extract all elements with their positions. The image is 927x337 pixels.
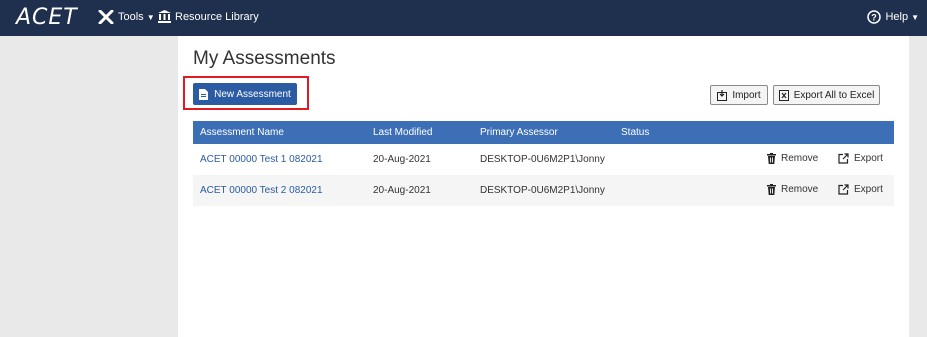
excel-icon (778, 89, 789, 101)
export-all-button[interactable]: Export All to Excel (773, 85, 880, 105)
export-all-label: Export All to Excel (793, 89, 875, 101)
tools-label: Tools (118, 11, 144, 23)
chevron-down-icon: ▼ (146, 12, 155, 22)
app-logo[interactable]: ACET (16, 7, 78, 29)
remove-button[interactable]: Remove (767, 184, 818, 195)
header-assessment-name[interactable]: Assessment Name (200, 127, 284, 138)
assessment-name-link[interactable]: ACET 00000 Test 1 082021 (200, 154, 323, 165)
primary-assessor-cell: DESKTOP-0U6M2P1\Jonny (480, 185, 605, 196)
tools-icon (98, 10, 114, 24)
help-icon: ? (867, 10, 882, 24)
remove-button[interactable]: Remove (767, 153, 818, 164)
header-last-modified[interactable]: Last Modified (373, 127, 432, 138)
trash-icon (767, 153, 776, 164)
new-assessment-label: New Assessment (214, 88, 291, 100)
resource-library-link[interactable]: Resource Library (158, 10, 259, 23)
export-label: Export (854, 153, 883, 164)
chevron-down-icon: ▼ (911, 12, 919, 22)
header-status[interactable]: Status (621, 127, 649, 138)
tools-menu[interactable]: Tools ▼ (98, 10, 155, 24)
table-row: ACET 00000 Test 2 082021 20-Aug-2021 DES… (193, 175, 894, 206)
table-header: Assessment Name Last Modified Primary As… (193, 121, 894, 144)
table-row: ACET 00000 Test 1 082021 20-Aug-2021 DES… (193, 144, 894, 175)
document-icon (199, 88, 209, 100)
trash-icon (767, 184, 776, 195)
help-label: Help (885, 11, 909, 23)
new-assessment-button[interactable]: New Assessment (193, 83, 297, 105)
assessment-name-link[interactable]: ACET 00000 Test 2 082021 (200, 185, 323, 196)
page-title: My Assessments (193, 48, 336, 69)
header-primary-assessor[interactable]: Primary Assessor (480, 127, 558, 138)
remove-label: Remove (781, 153, 819, 164)
last-modified-cell: 20-Aug-2021 (373, 154, 431, 165)
svg-text:?: ? (872, 13, 878, 23)
primary-assessor-cell: DESKTOP-0U6M2P1\Jonny (480, 154, 605, 165)
export-button[interactable]: Export (838, 184, 883, 195)
import-label: Import (732, 89, 761, 101)
export-icon (838, 184, 849, 195)
export-label: Export (854, 184, 883, 195)
export-button[interactable]: Export (838, 153, 883, 164)
library-icon (158, 10, 171, 23)
last-modified-cell: 20-Aug-2021 (373, 185, 431, 196)
import-icon (717, 89, 728, 101)
import-button[interactable]: Import (710, 85, 768, 105)
resource-library-label: Resource Library (175, 10, 259, 23)
help-menu[interactable]: ? Help ▼ (867, 10, 919, 24)
top-navbar: ACET Tools ▼ Resource Library ? Help ▼ (0, 0, 927, 36)
remove-label: Remove (781, 184, 819, 195)
export-icon (838, 153, 849, 164)
